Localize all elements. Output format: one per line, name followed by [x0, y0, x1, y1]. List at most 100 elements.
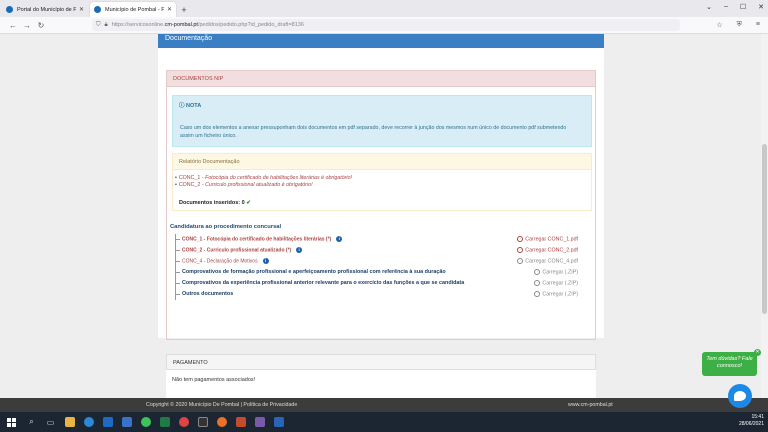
minimize-icon[interactable]: –	[724, 3, 728, 11]
browser-tab-bar: Portal do Município de Pombal ✕ Municípi…	[0, 0, 768, 17]
browser-nav-bar: ← → ↻ ⛉ 🔒︎ https://servicosonline. cm-pom…	[0, 17, 768, 34]
generic-app-icon[interactable]	[269, 412, 288, 432]
firefox-icon[interactable]	[212, 412, 231, 432]
url-path: /pedidos/pedido.php?id_pedido_draft=8136	[197, 22, 304, 28]
clock-time: 15:41	[751, 414, 764, 420]
browser-tab-portal[interactable]: Portal do Município de Pombal ✕	[2, 2, 88, 17]
search-icon[interactable]: ⌕	[22, 412, 41, 432]
upload-experiencia-button[interactable]: · Carregar (.ZIP)	[534, 280, 578, 286]
relatorio-panel: Relatório Documentação • CONC_1 - Fotocóp…	[172, 153, 592, 211]
shield-check-icon[interactable]: ⛨	[737, 21, 742, 29]
info-circle-icon: ⓘ	[179, 103, 187, 109]
menu-icon[interactable]: ≡	[756, 21, 760, 29]
site-footer: Copyright © 2020 Município De Pombal | P…	[0, 398, 768, 412]
page-content: DOCUMENTOS NIP ⓘ NOTA Caso um dos elemen…	[158, 48, 604, 340]
star-icon[interactable]: ☆	[716, 21, 722, 29]
chat-open-button[interactable]	[728, 384, 752, 408]
url-prefix: https://servicosonline.	[111, 22, 165, 28]
tree-connector	[175, 289, 180, 300]
upload-circle-icon: ·	[534, 280, 541, 286]
maximize-icon[interactable]: ☐	[740, 3, 746, 11]
app-icon[interactable]	[193, 412, 212, 432]
task-view-icon[interactable]: ▭	[41, 412, 60, 432]
upload-circle-icon: ·	[534, 269, 541, 275]
upload-row-label-text: CONC_1 - Fotocópia do certificado de hab…	[182, 236, 332, 243]
forward-arrow-icon[interactable]: →	[20, 21, 34, 30]
upload-row-conc1: CONC_1 - Fotocópia do certificado de hab…	[170, 234, 582, 245]
list-item: • CONC_2 - Curriculo profissional atualiz…	[175, 182, 313, 188]
item-text: - Curriculo profissional atualizado é ob…	[201, 182, 313, 188]
nota-body: Caso um dos elementos a anexar pressupon…	[180, 125, 567, 139]
upload-row-conc4: CONC_4 - Declaração de Motivos i · Carrega…	[170, 256, 582, 267]
upload-button-label: Carregar CONC_2.pdf	[525, 247, 578, 254]
upload-conc1-button[interactable]: · Carregar CONC_1.pdf	[517, 236, 578, 242]
upload-row-formacao: Comprovativos de formação profissional e…	[170, 267, 582, 278]
powerpoint-icon[interactable]	[231, 412, 250, 432]
os-taskbar: ⌕ ▭ 15:41 28/06/2021	[0, 412, 768, 432]
outlook-icon[interactable]	[98, 412, 117, 432]
upload-circle-icon: ·	[517, 236, 524, 242]
upload-formacao-button[interactable]: · Carregar (.ZIP)	[534, 269, 578, 275]
excel-icon[interactable]	[155, 412, 174, 432]
upload-row-label: Outros documentos	[182, 291, 234, 297]
store-icon[interactable]	[117, 412, 136, 432]
windows-logo-icon	[6, 417, 16, 427]
clock-date: 28/06/2021	[738, 421, 764, 427]
file-explorer-icon[interactable]	[60, 412, 79, 432]
pagamento-header: PAGAMENTO	[166, 354, 596, 370]
info-icon[interactable]: i	[296, 247, 303, 253]
tree-connector	[175, 278, 180, 289]
footer-copyright[interactable]: Copyright © 2020 Município De Pombal | P…	[146, 402, 297, 408]
upload-row-label: CONC_4 - Declaração de Motivos i	[182, 258, 269, 264]
pagamento-body: Não tem pagamentos associados!	[172, 377, 256, 383]
upload-row-label: Comprovativos de formação profissional e…	[182, 269, 446, 275]
upload-conc4-button[interactable]: · Carregar CONC_4.pdf	[517, 258, 578, 264]
close-tab-icon[interactable]: ✕	[167, 6, 172, 13]
window-controls: ⌄ – ☐ ✕	[706, 3, 764, 11]
candidatura-list: CONC_1 - Fotocópia do certificado de hab…	[170, 234, 582, 300]
close-window-icon[interactable]: ✕	[758, 3, 764, 11]
browser-tab-pedido[interactable]: Município de Pombal - Pedido ✕	[90, 2, 176, 17]
documentos-inseridos: Documentos inseridos: 0 ✔	[179, 200, 251, 206]
shield-icon: ⛉	[96, 21, 101, 28]
photos-icon[interactable]	[250, 412, 269, 432]
tree-connector	[175, 267, 180, 278]
item-code: CONC_2	[178, 182, 201, 188]
documentos-nip-header: DOCUMENTOS NIP	[167, 71, 595, 87]
item-code: CONC_1	[178, 175, 201, 181]
address-bar[interactable]: ⛉ 🔒︎ https://servicosonline. cm-pombal.pt…	[92, 19, 680, 31]
system-clock[interactable]: 15:41 28/06/2021	[739, 414, 764, 428]
back-arrow-icon[interactable]: ←	[6, 21, 20, 30]
tab-label: Município de Pombal - Pedido	[105, 6, 164, 13]
chevron-down-icon[interactable]: ⌄	[706, 3, 712, 11]
chat-close-icon[interactable]: ✕	[754, 349, 761, 356]
nota-title-text: NOTA	[186, 103, 202, 109]
item-text: - Fotocópia do certificado de habilitaçõ…	[201, 175, 353, 181]
url-host: cm-pombal.pt	[164, 22, 198, 28]
upload-row-label-text: CONC_2 - Curriculo profissional atualiza…	[182, 247, 292, 254]
pagamento-panel: PAGAMENTO Não tem pagamentos associados!	[166, 354, 596, 398]
page-scrollbar[interactable]	[761, 34, 768, 398]
upload-row-conc2: CONC_2 - Curriculo profissional atualiza…	[170, 245, 582, 256]
reload-icon[interactable]: ↻	[34, 21, 48, 30]
chat-bubble-icon	[734, 391, 746, 401]
scrollbar-thumb[interactable]	[762, 144, 767, 314]
info-icon[interactable]: i	[262, 258, 269, 264]
upload-button-label: Carregar (.ZIP)	[542, 291, 578, 298]
close-tab-icon[interactable]: ✕	[79, 6, 84, 13]
chrome-icon[interactable]	[174, 412, 193, 432]
whatsapp-icon[interactable]	[136, 412, 155, 432]
chat-invite-bubble[interactable]: Tem dúvidas? Fale connosco!	[702, 352, 757, 376]
upload-row-label-text: CONC_4 - Declaração de Motivos	[182, 258, 258, 265]
edge-icon[interactable]	[79, 412, 98, 432]
relatorio-list: • CONC_1 - Fotocópia do certificado de ha…	[173, 170, 591, 189]
list-item: • CONC_1 - Fotocópia do certificado de ha…	[175, 175, 353, 181]
start-button[interactable]	[0, 412, 22, 432]
upload-outros-button[interactable]: · Carregar (.ZIP)	[534, 291, 578, 297]
footer-site-link[interactable]: www.cm-pombal.pt	[568, 402, 613, 408]
nota-alert: ⓘ NOTA Caso um dos elementos a anexar pr…	[172, 95, 592, 147]
upload-circle-icon: ·	[517, 247, 524, 253]
new-tab-button[interactable]: +	[178, 2, 190, 17]
info-icon[interactable]: i	[336, 236, 343, 242]
upload-conc2-button[interactable]: · Carregar CONC_2.pdf	[517, 247, 578, 253]
